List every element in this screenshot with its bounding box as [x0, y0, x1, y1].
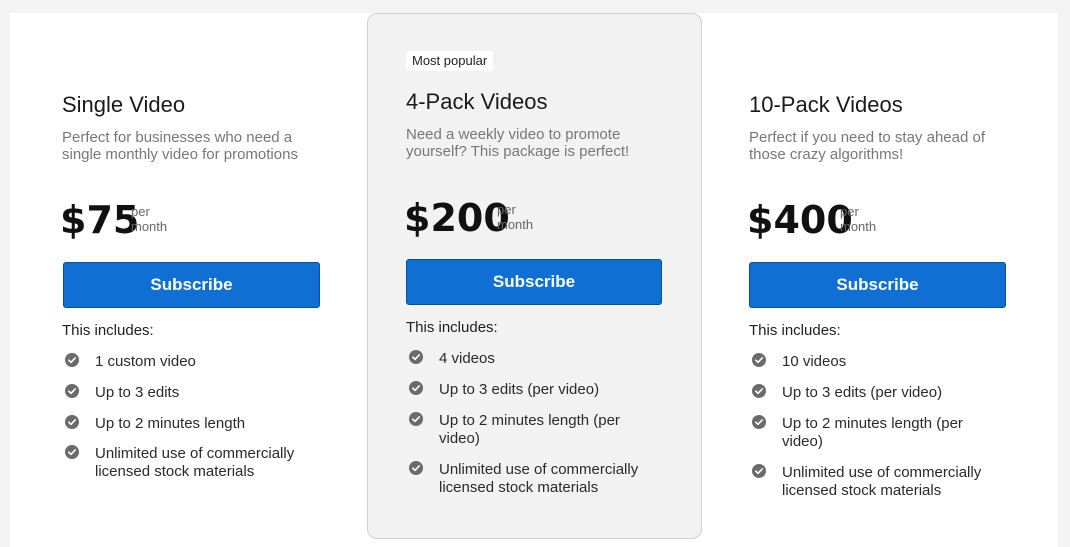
check-circle-icon [752, 464, 766, 478]
feature-item: 1 custom video [65, 353, 305, 371]
includes-heading: This includes: [62, 322, 154, 339]
most-popular-badge: Most popular [406, 51, 494, 71]
feature-item: 4 videos [409, 350, 649, 368]
plan-title: Single Video [62, 92, 186, 117]
price-period-line-2: month [131, 219, 168, 234]
feature-item: Up to 3 edits [65, 384, 305, 402]
plan-title: 10-Pack Videos [749, 92, 903, 117]
plan-title: 4-Pack Videos [406, 89, 548, 114]
plan-description: Need a weekly video to promote yourself?… [406, 126, 630, 160]
check-circle-icon [65, 415, 79, 429]
check-circle-icon [65, 384, 79, 398]
plan-price: $75 [60, 198, 140, 242]
pricing-card-4-pack: Most popular 4-Pack Videos Need a weekly… [367, 13, 702, 539]
feature-item: Unlimited use of commercially licensed s… [409, 461, 649, 497]
feature-item: Up to 2 minutes length (per video) [752, 415, 992, 451]
feature-item: Up to 2 minutes length [65, 415, 305, 433]
price-period-line-2: month [497, 217, 534, 232]
feature-item: Up to 3 edits (per video) [409, 381, 649, 399]
feature-item: Up to 3 edits (per video) [752, 384, 992, 402]
check-circle-icon [752, 415, 766, 429]
price-period: per month [840, 204, 876, 234]
price-period: per month [497, 202, 533, 232]
feature-text: Up to 3 edits (per video) [439, 381, 600, 398]
feature-text: Unlimited use of commercially licensed s… [95, 445, 295, 480]
feature-text: Unlimited use of commercially licensed s… [782, 464, 982, 499]
plan-description: Perfect if you need to stay ahead of tho… [749, 129, 985, 163]
feature-text: Up to 2 minutes length (per video) [782, 415, 963, 450]
includes-heading: This includes: [749, 322, 841, 339]
check-circle-icon [409, 350, 423, 364]
check-circle-icon [65, 445, 79, 459]
feature-text: 4 videos [439, 350, 495, 367]
price-period-line-1: per [131, 204, 150, 219]
feature-text: Up to 2 minutes length (per video) [439, 412, 620, 447]
subscribe-button[interactable]: Subscribe [406, 259, 662, 305]
feature-text: Up to 2 minutes length [95, 415, 246, 432]
feature-item: Unlimited use of commercially licensed s… [65, 445, 305, 481]
plan-price: $400 [747, 198, 853, 242]
pricing-card-10-pack: 10-Pack Videos Perfect if you need to st… [739, 60, 1029, 510]
price-period: per month [131, 204, 167, 234]
includes-heading: This includes: [406, 319, 498, 336]
pricing-card-single-video: Single Video Perfect for businesses who … [52, 60, 342, 510]
check-circle-icon [752, 353, 766, 367]
check-circle-icon [752, 384, 766, 398]
price-period-line-1: per [840, 204, 859, 219]
subscribe-button[interactable]: Subscribe [749, 262, 1006, 308]
check-circle-icon [409, 412, 423, 426]
feature-text: 10 videos [782, 353, 847, 370]
subscribe-button[interactable]: Subscribe [63, 262, 320, 308]
feature-text: 1 custom video [95, 353, 196, 370]
feature-item: Up to 2 minutes length (per video) [409, 412, 649, 448]
feature-item: Unlimited use of commercially licensed s… [752, 464, 992, 500]
check-circle-icon [409, 461, 423, 475]
check-circle-icon [409, 381, 423, 395]
feature-text: Unlimited use of commercially licensed s… [439, 461, 639, 496]
feature-text: Up to 3 edits [95, 384, 180, 401]
feature-item: 10 videos [752, 353, 992, 371]
price-period-line-1: per [497, 202, 516, 217]
price-period-line-2: month [840, 219, 877, 234]
feature-text: Up to 3 edits (per video) [782, 384, 943, 401]
check-circle-icon [65, 353, 79, 367]
plan-price: $200 [404, 196, 510, 240]
plan-description: Perfect for businesses who need a single… [62, 129, 298, 163]
